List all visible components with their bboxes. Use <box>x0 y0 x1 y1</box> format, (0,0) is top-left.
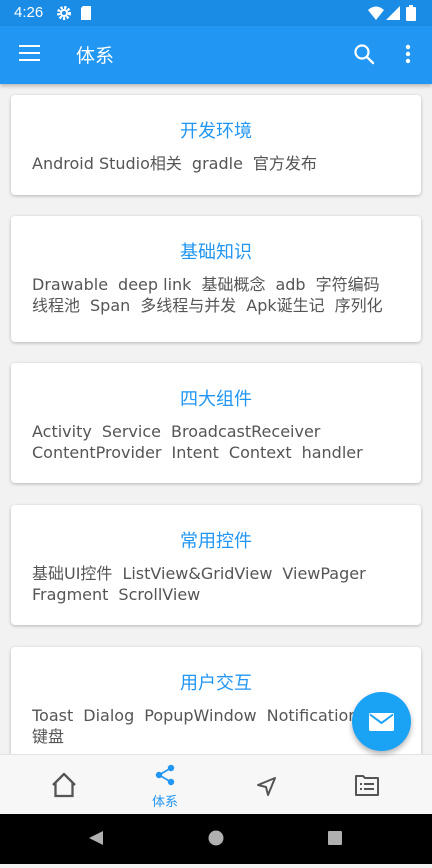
tag[interactable]: ViewPager <box>282 563 365 584</box>
category-card[interactable]: 四大组件 Activity Service BroadcastReceiverCon… <box>11 363 421 483</box>
tag[interactable]: Apk诞生记 <box>246 295 324 316</box>
tag-list: Android Studio相关 gradle 官方发布 <box>32 153 411 174</box>
tag[interactable]: 基础概念 <box>201 274 265 295</box>
tag-list: 基础UI控件 ListView&GridView ViewPager Fragment… <box>32 563 411 605</box>
mail-fab-button[interactable] <box>352 692 411 751</box>
wifi-icon <box>368 6 384 20</box>
tag[interactable]: Android Studio相关 <box>32 153 182 174</box>
tag[interactable]: handler <box>302 442 363 463</box>
tag[interactable]: 序列化 <box>335 295 383 316</box>
settings-icon <box>57 6 71 20</box>
tag[interactable]: 多线程与并发 <box>140 295 236 316</box>
list-icon <box>355 775 379 796</box>
tag[interactable]: 字符编码 <box>316 274 380 295</box>
tag[interactable]: 线程池 <box>32 295 80 316</box>
battery-icon <box>406 5 416 21</box>
tag[interactable]: Intent <box>172 442 219 463</box>
tag[interactable]: deep link <box>118 274 191 295</box>
home-button-icon[interactable] <box>208 830 224 846</box>
category-list[interactable]: 开发环境 Android Studio相关 gradle 官方发布 基础知识 Dra… <box>0 84 432 754</box>
back-icon[interactable] <box>89 831 103 845</box>
status-time: 4:26 <box>14 4 44 21</box>
mail-icon <box>369 713 394 731</box>
nav-label: 体系 <box>151 795 178 810</box>
home-icon <box>52 772 76 798</box>
card-title: 用户交互 <box>180 673 252 694</box>
tag[interactable]: PopupWindow <box>144 705 256 726</box>
page-title: 体系 <box>76 45 115 67</box>
sd-card-icon <box>81 6 91 20</box>
tag[interactable]: gradle <box>192 153 243 174</box>
tag[interactable]: Context <box>229 442 292 463</box>
nav-item-navigation[interactable] <box>216 755 316 815</box>
card-title: 基础知识 <box>180 242 252 263</box>
card-title: 四大组件 <box>180 389 252 410</box>
bottom-navigation: 体系 <box>0 754 432 814</box>
tag[interactable]: ScrollView <box>118 584 200 605</box>
tag[interactable]: Notification <box>267 705 359 726</box>
tag[interactable]: Span <box>90 295 130 316</box>
tag[interactable]: Dialog <box>83 705 134 726</box>
tag[interactable]: Activity <box>32 421 92 442</box>
tag[interactable]: Service <box>102 421 161 442</box>
system-navigation-bar <box>0 814 432 864</box>
nav-item-projects[interactable] <box>317 755 417 815</box>
tag[interactable]: ContentProvider <box>32 442 162 463</box>
nav-item-system[interactable]: 体系 <box>115 755 215 815</box>
app-bar: 体系 <box>0 26 432 84</box>
system-nav-buttons <box>89 830 342 846</box>
signal-icon <box>386 6 400 20</box>
tag-list: Drawable deep link 基础概念 adb 字符编码线程池 Span 多线程与并… <box>32 274 411 316</box>
tag-list: Activity Service BroadcastReceiver ContentP… <box>32 421 411 463</box>
menu-icon[interactable] <box>19 45 40 63</box>
tag[interactable]: adb <box>275 274 305 295</box>
more-options-icon[interactable] <box>398 42 418 66</box>
recents-icon[interactable] <box>328 831 342 845</box>
tag[interactable]: 官方发布 <box>253 153 317 174</box>
category-card[interactable]: 开发环境 Android Studio相关 gradle 官方发布 <box>11 95 421 195</box>
status-bar: 4:26 <box>0 0 432 26</box>
navigation-icon <box>257 777 276 796</box>
tag[interactable]: Toast <box>32 705 73 726</box>
tag[interactable]: Fragment <box>32 584 108 605</box>
tag[interactable]: ListView&GridView <box>122 563 272 584</box>
tag[interactable]: 基础UI控件 <box>32 563 112 584</box>
card-title: 开发环境 <box>180 121 252 142</box>
tag[interactable]: 键盘 <box>32 726 64 747</box>
search-icon[interactable] <box>352 42 376 66</box>
category-card[interactable]: 基础知识 Drawable deep link 基础概念 adb 字符编码线程池 Span… <box>11 216 421 342</box>
tag[interactable]: BroadcastReceiver <box>171 421 320 442</box>
tag[interactable]: Drawable <box>32 274 108 295</box>
card-title: 常用控件 <box>180 531 252 552</box>
category-card[interactable]: 常用控件 基础UI控件 ListView&GridView ViewPager Fra… <box>11 505 421 625</box>
nav-item-home[interactable] <box>14 755 114 815</box>
